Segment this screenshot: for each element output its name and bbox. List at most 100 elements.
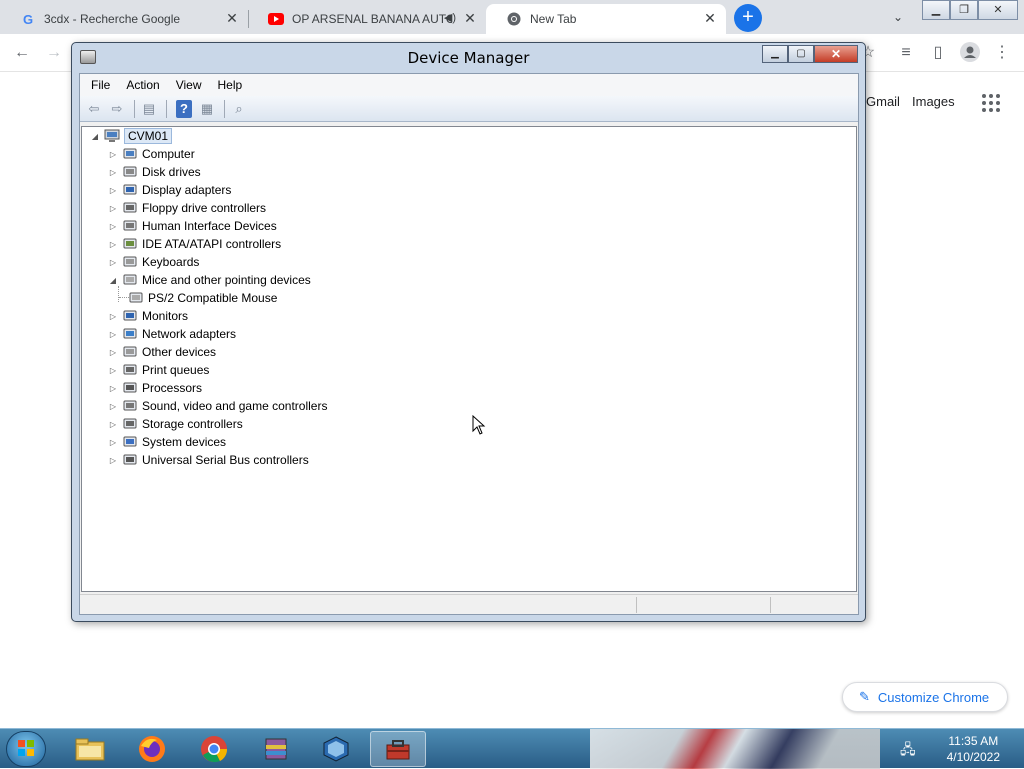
file-explorer-icon[interactable] xyxy=(62,731,118,767)
show-hide-console-tree-icon[interactable]: ▤ xyxy=(139,100,159,118)
menu-view[interactable]: View xyxy=(168,78,210,92)
tree-root[interactable]: ◢ CVM01 xyxy=(90,127,173,145)
expand-icon[interactable]: ▷ xyxy=(108,186,118,195)
expand-icon[interactable]: ▷ xyxy=(108,384,118,393)
restore-icon[interactable]: ❐ xyxy=(950,0,978,20)
expand-icon[interactable]: ▷ xyxy=(108,456,118,465)
device-tree[interactable]: ◢ CVM01 ▷ Computer ▷ Disk drives ▷ Display ad… xyxy=(81,126,857,592)
device-category[interactable]: ▷ Monitors xyxy=(108,307,188,325)
desktop-wallpaper-strip xyxy=(590,729,880,769)
device-category[interactable]: ▷ Storage controllers xyxy=(108,415,243,433)
device-label: Disk drives xyxy=(142,165,201,179)
virtualbox-icon[interactable] xyxy=(308,731,364,767)
back-arrow-icon[interactable]: ← xyxy=(10,42,34,64)
expand-icon[interactable]: ▷ xyxy=(108,348,118,357)
device-category[interactable]: ▷ Keyboards xyxy=(108,253,199,271)
maximize-icon[interactable]: ▢ xyxy=(788,45,814,63)
device-label: Network adapters xyxy=(142,327,237,341)
unknown-device-icon xyxy=(122,345,138,359)
customize-chrome-button[interactable]: ✎ Customize Chrome xyxy=(842,682,1008,712)
tab-google-search[interactable]: G 3cdx - Recherche Google ✕ xyxy=(0,4,248,34)
start-button[interactable] xyxy=(6,731,46,767)
scan-hardware-changes-icon[interactable]: ⌕ xyxy=(229,100,249,118)
expand-icon[interactable]: ▷ xyxy=(108,312,118,321)
network-icon[interactable]: 🖧 xyxy=(900,739,916,763)
expand-icon[interactable]: ▷ xyxy=(108,168,118,177)
collapse-icon[interactable]: ◢ xyxy=(108,276,118,285)
expand-icon[interactable]: ▷ xyxy=(108,438,118,447)
side-panel-icon[interactable]: ▯ xyxy=(926,42,950,64)
device-category[interactable]: ▷ Display adapters xyxy=(108,181,231,199)
expand-icon[interactable]: ▷ xyxy=(108,330,118,339)
device-category[interactable]: ▷ Print queues xyxy=(108,361,209,379)
expand-icon[interactable]: ▷ xyxy=(108,258,118,267)
expand-icon[interactable]: ▷ xyxy=(108,420,118,429)
device-label: Monitors xyxy=(142,309,189,323)
clock[interactable]: 11:35 AM 4/10/2022 xyxy=(947,733,1000,765)
device-label: Display adapters xyxy=(142,183,232,197)
expand-icon[interactable]: ▷ xyxy=(108,240,118,249)
tab-youtube[interactable]: OP ARSENAL BANANA AUTO ◀) ✕ xyxy=(248,4,486,34)
device-category[interactable]: ▷ Network adapters xyxy=(108,325,236,343)
close-tab-icon[interactable]: ✕ xyxy=(462,10,478,27)
media-control-icon[interactable]: ≡ xyxy=(894,42,918,64)
device-category[interactable]: ◢ Mice and other pointing devices xyxy=(108,271,311,289)
expand-icon[interactable]: ▷ xyxy=(108,150,118,159)
tab-search-icon[interactable]: ⌄ xyxy=(886,6,910,28)
expand-icon[interactable]: ▷ xyxy=(108,204,118,213)
close-window-icon[interactable]: ✕ xyxy=(814,45,858,63)
device-label: IDE ATA/ATAPI controllers xyxy=(142,237,282,251)
minimize-icon[interactable]: ▁ xyxy=(762,45,788,63)
monitor-icon xyxy=(122,309,138,323)
menu-file[interactable]: File xyxy=(83,78,118,92)
chrome-menu-icon[interactable]: ⋮ xyxy=(990,42,1014,64)
winrar-icon[interactable] xyxy=(248,731,304,767)
disk-drive-icon xyxy=(122,165,138,179)
toolbar-separator xyxy=(224,99,225,118)
device-item[interactable]: PS/2 Compatible Mouse xyxy=(128,289,277,307)
forward-arrow-icon[interactable]: → xyxy=(42,42,66,64)
device-category[interactable]: ▷ IDE ATA/ATAPI controllers xyxy=(108,235,281,253)
profile-avatar-icon[interactable] xyxy=(958,42,982,64)
printer-icon xyxy=(122,363,138,377)
device-category[interactable]: ▷ System devices xyxy=(108,433,226,451)
toolbox-icon[interactable] xyxy=(370,731,426,767)
images-link[interactable]: Images xyxy=(912,94,955,109)
device-category[interactable]: ▷ Sound, video and game controllers xyxy=(108,397,328,415)
help-icon[interactable]: ? xyxy=(176,99,192,118)
forward-arrow-icon[interactable]: ⇨ xyxy=(107,100,127,118)
toolbar-separator xyxy=(134,99,135,118)
firefox-icon[interactable] xyxy=(124,731,180,767)
speaker-icon xyxy=(122,399,138,413)
close-tab-icon[interactable]: ✕ xyxy=(224,10,240,27)
google-apps-icon[interactable] xyxy=(982,94,1000,112)
tab-title: OP ARSENAL BANANA AUTO xyxy=(292,12,452,26)
expand-icon[interactable]: ▷ xyxy=(108,366,118,375)
device-category[interactable]: ▷ Universal Serial Bus controllers xyxy=(108,451,309,469)
computer-name[interactable]: CVM01 xyxy=(124,128,173,144)
chrome-icon[interactable] xyxy=(186,731,242,767)
device-category[interactable]: ▷ Human Interface Devices xyxy=(108,217,277,235)
collapse-icon[interactable]: ◢ xyxy=(90,132,100,141)
device-category[interactable]: ▷ Processors xyxy=(108,379,202,397)
tab-new-tab[interactable]: New Tab ✕ xyxy=(486,4,726,34)
gmail-link[interactable]: Gmail xyxy=(866,94,900,109)
device-category[interactable]: ▷ Other devices xyxy=(108,343,216,361)
close-tab-icon[interactable]: ✕ xyxy=(702,10,718,27)
minimize-icon[interactable]: ▁ xyxy=(922,0,950,20)
device-category[interactable]: ▷ Disk drives xyxy=(108,163,201,181)
device-category[interactable]: ▷ Computer xyxy=(108,145,195,163)
device-category[interactable]: ▷ Floppy drive controllers xyxy=(108,199,266,217)
menu-help[interactable]: Help xyxy=(210,78,251,92)
google-g-icon: G xyxy=(22,11,34,27)
new-tab-button[interactable]: + xyxy=(734,4,762,32)
expand-icon[interactable]: ▷ xyxy=(108,222,118,231)
properties-icon[interactable]: ▦ xyxy=(197,100,217,118)
expand-icon[interactable]: ▷ xyxy=(108,402,118,411)
close-window-icon[interactable]: ✕ xyxy=(978,0,1018,20)
device-label: Universal Serial Bus controllers xyxy=(142,453,309,467)
back-arrow-icon[interactable]: ⇦ xyxy=(84,100,104,118)
audio-playing-icon[interactable]: ◀) xyxy=(444,11,456,24)
device-label: Print queues xyxy=(142,363,210,377)
menu-action[interactable]: Action xyxy=(118,78,167,92)
